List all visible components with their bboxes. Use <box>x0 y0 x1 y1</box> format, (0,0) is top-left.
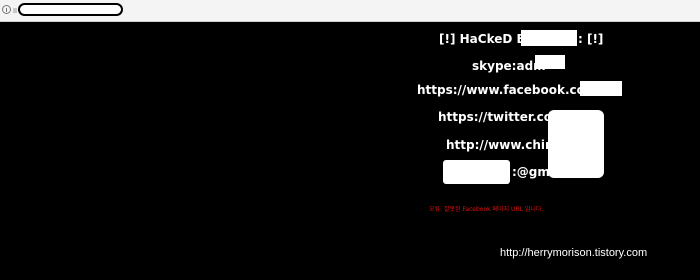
watermark: http://herrymorison.tistory.com <box>500 247 648 259</box>
twitter-url: https://twitter.co <box>438 110 552 124</box>
email-text: :@gma <box>512 165 558 179</box>
info-circle-icon[interactable] <box>2 5 11 14</box>
redacted-skype <box>535 55 565 69</box>
url-input[interactable] <box>18 3 123 16</box>
page-icon <box>13 8 17 13</box>
redacted-email-user <box>443 160 510 184</box>
hacked-by-suffix: : [!] <box>578 32 604 46</box>
redacted-name <box>521 30 577 46</box>
browser-address-bar <box>0 0 700 22</box>
website-url: http://www.chin <box>446 138 554 152</box>
facebook-url: https://www.facebook.com/ <box>417 83 602 97</box>
error-message: 오류: 잘못된 Facebook 페이지 URL 입니다. <box>429 206 544 213</box>
hacked-by-text: [!] HaCkeD By <box>439 32 534 46</box>
redacted-facebook <box>580 81 622 96</box>
